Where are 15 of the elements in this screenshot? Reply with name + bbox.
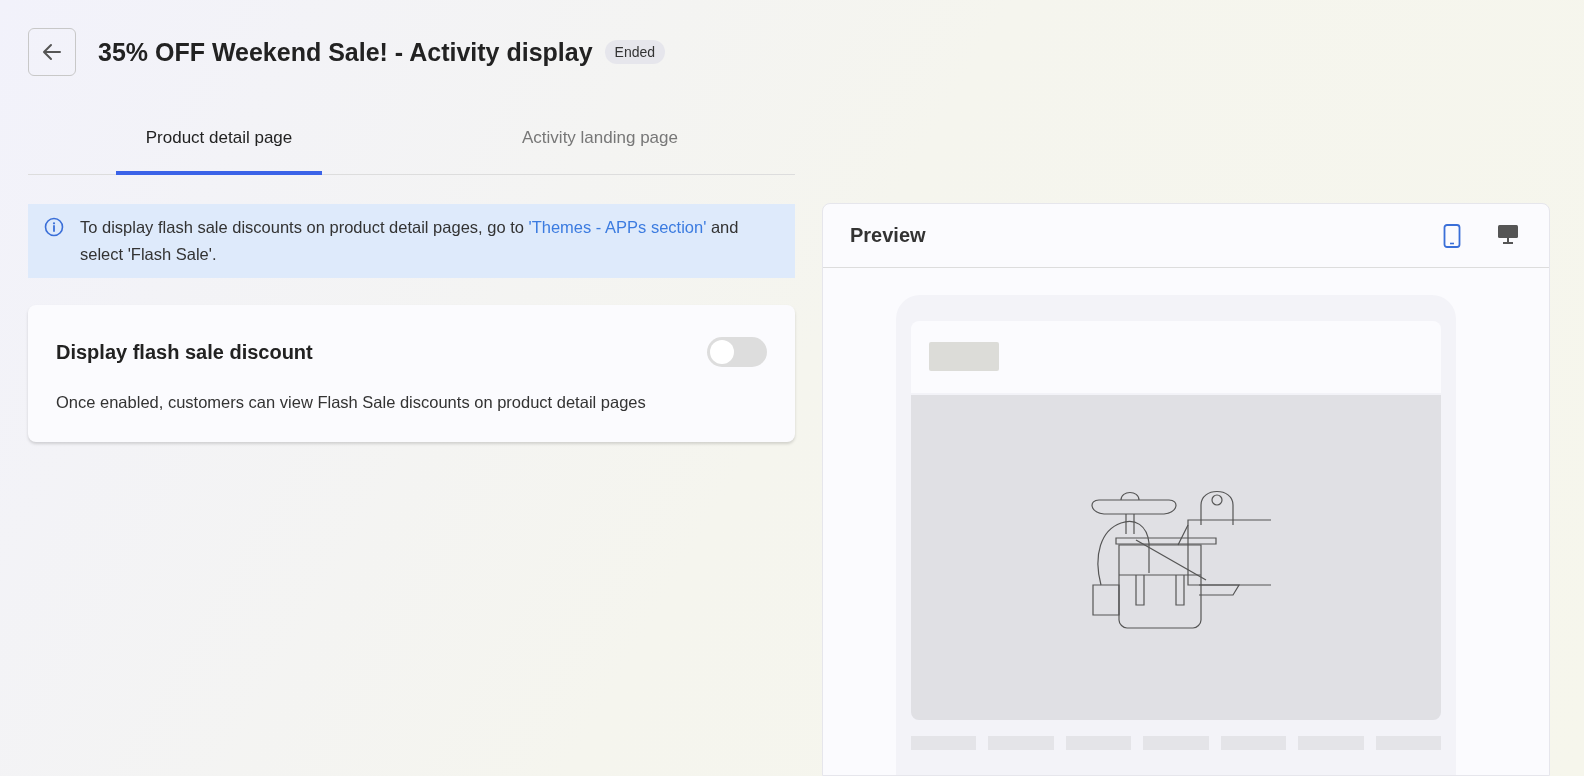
setting-description: Once enabled, customers can view Flash Sale discounts on product detail pages	[56, 393, 647, 412]
themes-link[interactable]: 'Themes - APPs section'	[528, 218, 707, 236]
info-text: To display flash sale discounts on product detail pages, go to 'Themes - APPs section' and select 'Flash Sale'.	[80, 217, 740, 265]
page-title: 35% OFF Weekend Sale! - Activity display	[98, 37, 593, 67]
tab[interactable]: Product detail page	[116, 104, 322, 175]
info-icon	[44, 217, 64, 237]
setting-title: Display flash sale discount	[56, 340, 313, 364]
toggle-switch[interactable]	[707, 337, 767, 367]
phone-icon[interactable]	[1443, 223, 1461, 248]
arrow-left-icon	[41, 41, 63, 63]
status-badge: Ended	[604, 40, 666, 64]
tab[interactable]: Activity landing page	[500, 104, 700, 175]
skeleton-bar	[929, 342, 999, 371]
back-button[interactable]	[28, 28, 76, 76]
preview-title: Preview	[850, 224, 926, 247]
